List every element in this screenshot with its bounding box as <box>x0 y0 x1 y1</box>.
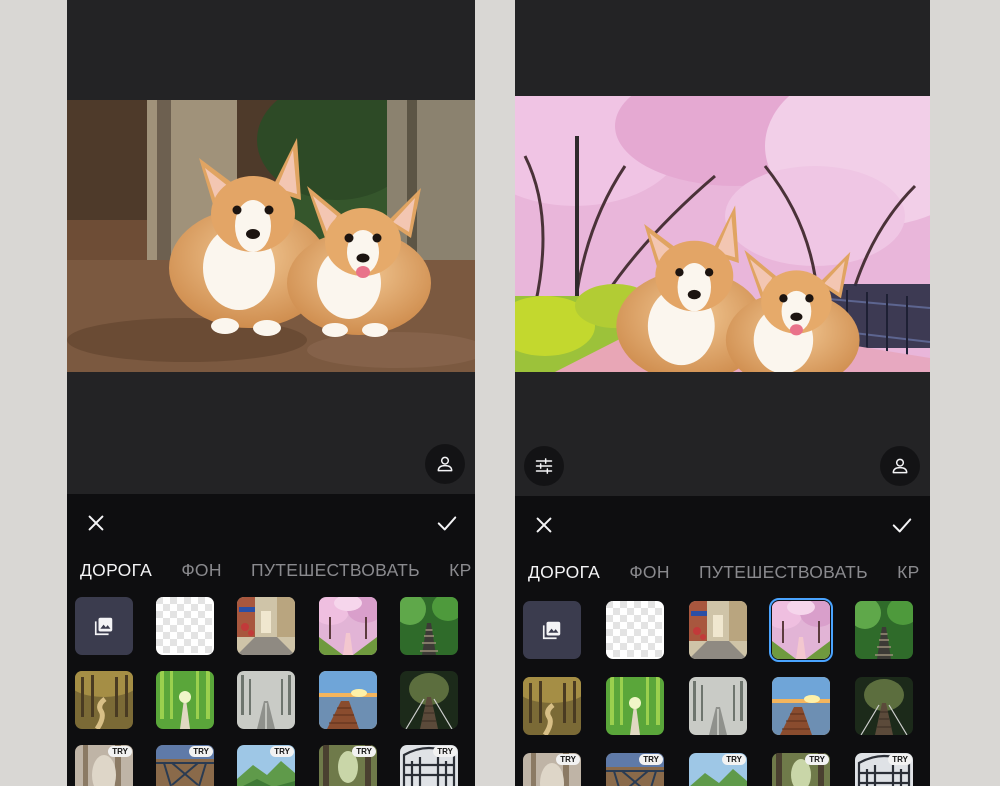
try-badge: TRY <box>108 746 132 757</box>
try-badge: TRY <box>270 746 294 757</box>
category-tabs: ДОРОГА ФОН ПУТЕШЕСТВОВАТЬ КР <box>528 562 930 583</box>
thumb-rail-bridge[interactable]: TRY <box>606 753 664 786</box>
panel-topbar <box>67 512 475 536</box>
try-badge: TRY <box>352 746 376 757</box>
thumb-cherry-blossom-path[interactable] <box>319 597 377 655</box>
thumb-wood-path[interactable]: TRY <box>319 745 377 786</box>
tab-partial[interactable]: КР <box>897 562 919 583</box>
gallery-button[interactable] <box>523 601 581 659</box>
person-icon <box>890 456 910 476</box>
thumb-street[interactable] <box>689 601 747 659</box>
person-cutout-button[interactable] <box>425 444 465 484</box>
thumb-steel-bridge[interactable]: TRY <box>855 753 913 786</box>
try-badge: TRY <box>556 754 580 765</box>
category-tabs: ДОРОГА ФОН ПУТЕШЕСТВОВАТЬ КР <box>80 560 475 581</box>
thumb-cherry-blossom-path-selected[interactable] <box>769 598 833 662</box>
editor-screen-after: ДОРОГА ФОН ПУТЕШЕСТВОВАТЬ КР TRY TRY TRY… <box>515 0 930 786</box>
dogs-forest-image <box>67 100 475 372</box>
gallery-icon <box>541 619 563 641</box>
person-cutout-button[interactable] <box>880 446 920 486</box>
thumb-night-bridge[interactable] <box>400 671 458 729</box>
thumb-sunset-pier[interactable] <box>772 677 830 735</box>
thumb-misty-road[interactable] <box>237 671 295 729</box>
adjust-button[interactable] <box>524 446 564 486</box>
gallery-button[interactable] <box>75 597 133 655</box>
thumb-valley[interactable]: TRY <box>237 745 295 786</box>
tab-road[interactable]: ДОРОГА <box>80 560 152 581</box>
close-icon[interactable] <box>85 512 107 534</box>
dogs-blossom-image <box>515 96 930 372</box>
tab-travel[interactable]: ПУТЕШЕСТВОВАТЬ <box>251 560 420 581</box>
thumb-rail-bridge[interactable]: TRY <box>156 745 214 786</box>
person-icon <box>435 454 455 474</box>
thumb-bamboo[interactable] <box>156 671 214 729</box>
thumb-steel-bridge[interactable]: TRY <box>400 745 458 786</box>
thumb-bamboo[interactable] <box>606 677 664 735</box>
try-badge: TRY <box>722 754 746 765</box>
tab-background[interactable]: ФОН <box>629 562 669 583</box>
try-badge: TRY <box>433 746 457 757</box>
thumb-street[interactable] <box>237 597 295 655</box>
thumb-fog-trees[interactable]: TRY <box>75 745 133 786</box>
adjust-sliders-icon <box>534 456 554 476</box>
thumb-transparent[interactable] <box>156 597 214 655</box>
check-icon[interactable] <box>435 512 459 534</box>
tab-background[interactable]: ФОН <box>181 560 221 581</box>
photo-original-forest <box>67 100 475 372</box>
thumb-forest-rails[interactable] <box>400 597 458 655</box>
try-badge: TRY <box>805 754 829 765</box>
try-badge: TRY <box>639 754 663 765</box>
thumb-sunset-pier[interactable] <box>319 671 377 729</box>
thumb-forest-trail[interactable] <box>523 677 581 735</box>
close-icon[interactable] <box>533 514 555 536</box>
tab-partial[interactable]: КР <box>449 560 471 581</box>
editor-screen-before: ДОРОГА ФОН ПУТЕШЕСТВОВАТЬ КР TRY TRY TRY… <box>67 0 475 786</box>
tab-road[interactable]: ДОРОГА <box>528 562 600 583</box>
thumb-forest-rails[interactable] <box>855 601 913 659</box>
try-badge: TRY <box>189 746 213 757</box>
thumb-misty-road[interactable] <box>689 677 747 735</box>
tab-travel[interactable]: ПУТЕШЕСТВОВАТЬ <box>699 562 868 583</box>
background-picker-panel: ДОРОГА ФОН ПУТЕШЕСТВОВАТЬ КР TRY TRY TRY… <box>515 496 930 786</box>
thumb-valley[interactable]: TRY <box>689 753 747 786</box>
thumb-night-bridge[interactable] <box>855 677 913 735</box>
background-picker-panel: ДОРОГА ФОН ПУТЕШЕСТВОВАТЬ КР TRY TRY TRY… <box>67 494 475 786</box>
photo-cherry-blossom-result <box>515 96 930 372</box>
check-icon[interactable] <box>890 514 914 536</box>
thumb-fog-trees[interactable]: TRY <box>523 753 581 786</box>
panel-topbar <box>515 514 930 538</box>
gallery-icon <box>93 615 115 637</box>
thumb-transparent[interactable] <box>606 601 664 659</box>
try-badge: TRY <box>888 754 912 765</box>
thumb-forest-trail[interactable] <box>75 671 133 729</box>
thumb-wood-path[interactable]: TRY <box>772 753 830 786</box>
